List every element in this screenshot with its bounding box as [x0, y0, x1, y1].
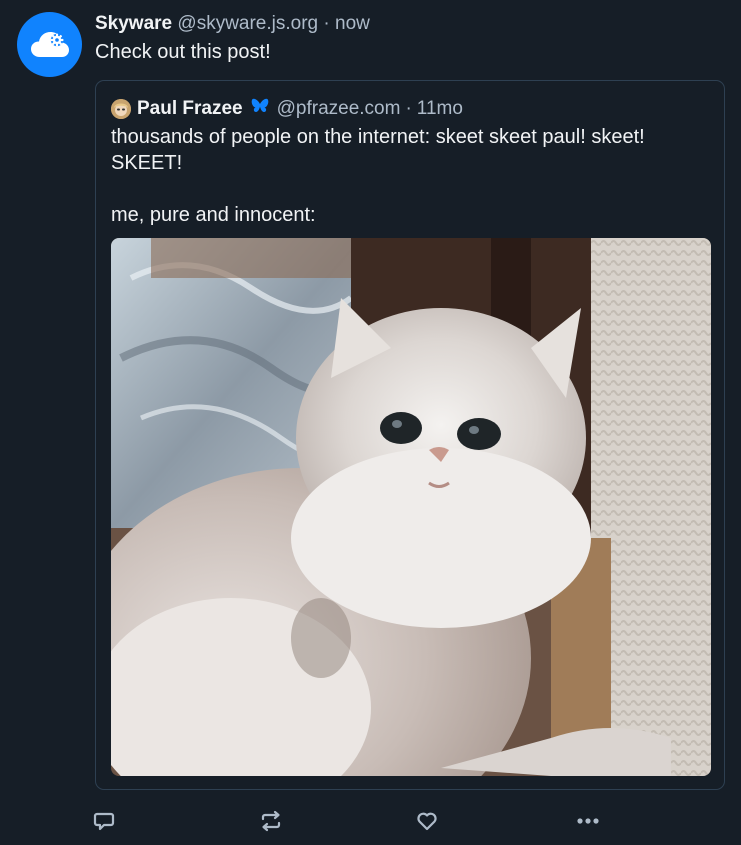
post-timestamp[interactable]: now [335, 13, 370, 34]
butterfly-icon [251, 98, 269, 120]
repost-button[interactable] [258, 808, 284, 834]
author-handle[interactable]: @skyware.js.org [177, 13, 318, 34]
kitten-photo[interactable] [111, 238, 711, 776]
reply-button[interactable] [91, 808, 117, 834]
quoted-post[interactable]: Paul Frazee @pfrazee.com · 11mo thousand… [95, 80, 725, 790]
post-actions [0, 808, 741, 834]
more-options-button[interactable] [575, 808, 601, 834]
quoted-text-line-2: me, pure and innocent: [111, 204, 316, 226]
like-button[interactable] [414, 808, 440, 834]
quoted-author-handle[interactable]: @pfrazee.com [277, 98, 401, 120]
more-icon [577, 818, 599, 824]
quoted-author-avatar[interactable] [111, 99, 131, 119]
cloud-gear-icon [30, 31, 69, 57]
quoted-header-separator: · [405, 98, 412, 119]
quoted-post-header: Paul Frazee @pfrazee.com · 11mo [111, 97, 463, 121]
header-separator: · [323, 13, 330, 34]
author-display-name[interactable]: Skyware [95, 13, 172, 34]
heart-icon [417, 812, 437, 831]
repost-icon [261, 810, 281, 832]
quoted-author-display-name[interactable]: Paul Frazee [137, 98, 243, 120]
reply-icon [93, 812, 115, 831]
author-avatar[interactable] [17, 12, 82, 77]
quoted-text-line-1: thousands of people on the internet: ske… [111, 126, 645, 174]
post[interactable]: Skyware @skyware.js.org · now Check out … [0, 0, 741, 845]
post-text: Check out this post! [95, 41, 271, 63]
post-header: Skyware @skyware.js.org · now [95, 12, 370, 36]
quoted-post-timestamp[interactable]: 11mo [417, 98, 463, 120]
quoted-post-text: thousands of people on the internet: ske… [111, 124, 711, 228]
